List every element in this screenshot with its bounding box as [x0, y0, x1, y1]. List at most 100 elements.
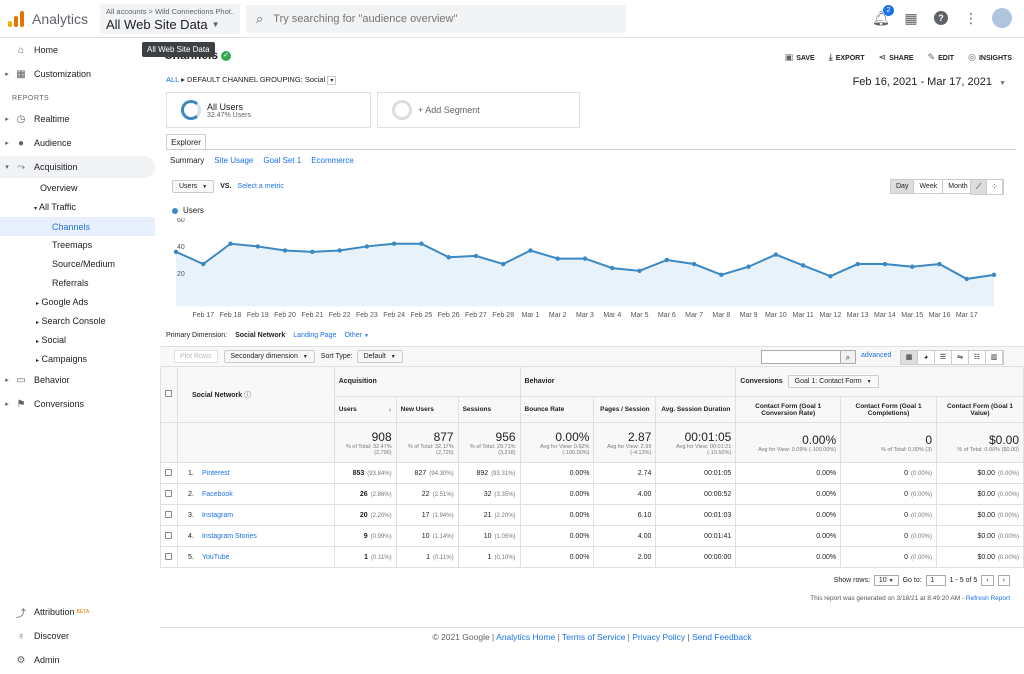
footer-privacy[interactable]: Privacy Policy: [632, 632, 685, 642]
motion-chart-icon[interactable]: ⁘: [987, 180, 1003, 194]
social-network-link[interactable]: YouTube: [202, 554, 230, 561]
header-goal-value[interactable]: Contact Form (Goal 1 Value): [936, 396, 1024, 423]
chart-point[interactable]: [800, 263, 806, 268]
chart-point[interactable]: [719, 272, 724, 278]
social-network-link[interactable]: Pinterest: [202, 470, 230, 477]
select-all-checkbox[interactable]: [165, 390, 173, 397]
table-row[interactable]: 5. YouTube 1 (0.11%) 1 (0.11%) 1 (0.10%) 0.00% 2.…: [160, 546, 1024, 568]
segment-all-users[interactable]: All Users 32.47% Users: [166, 92, 371, 128]
footer-feedback[interactable]: Send Feedback: [692, 632, 752, 642]
sidebar-item-realtime[interactable]: ▸ ◷ Realtime: [0, 109, 155, 129]
insights-button[interactable]: ◎ INSIGHTS: [968, 52, 1012, 63]
avatar[interactable]: [992, 8, 1012, 28]
sidebar-item-social[interactable]: ▸ Social: [36, 335, 66, 345]
chart-point[interactable]: [855, 261, 860, 267]
sidebar-item-referrals[interactable]: Referrals: [52, 278, 89, 288]
table-row[interactable]: 4. Instagram Stories 9 (0.99%) 10 (1.14%) 10 (1…: [160, 525, 1024, 547]
dimension-other[interactable]: Other ▼: [344, 332, 368, 339]
social-network-link[interactable]: Facebook: [202, 491, 233, 498]
tab-explorer[interactable]: Explorer: [166, 134, 206, 150]
table-view-icon[interactable]: ▦: [901, 351, 918, 364]
chart-point[interactable]: [664, 257, 669, 263]
account-picker[interactable]: All accounts > Wild Connections Phot... …: [100, 3, 240, 34]
chart-point[interactable]: [228, 241, 233, 246]
chart-point[interactable]: [637, 268, 642, 273]
social-network-link[interactable]: Instagram: [202, 512, 233, 519]
sidebar-item-conversions[interactable]: ▸ ⚑ Conversions: [0, 394, 155, 414]
row-checkbox[interactable]: [165, 489, 173, 497]
sidebar-item-source-medium[interactable]: Source/Medium: [52, 259, 115, 269]
save-button[interactable]: ▣ SAVE: [785, 52, 815, 63]
table-row[interactable]: 3. Instagram 20 (2.20%) 17 (1.94%) 21 (2.20%) 0.…: [160, 504, 1024, 526]
chart-point[interactable]: [964, 276, 969, 282]
sidebar-item-treemaps[interactable]: Treemaps: [52, 240, 92, 250]
sidebar-item-audience[interactable]: ▸ ● Audience: [0, 133, 155, 153]
analytics-logo[interactable]: Analytics: [0, 10, 100, 27]
chart-point[interactable]: [691, 261, 697, 267]
chart-point[interactable]: [282, 248, 288, 253]
row-checkbox[interactable]: [165, 531, 173, 539]
search-icon[interactable]: ⌕: [840, 350, 856, 364]
header-sessions[interactable]: Sessions: [457, 396, 521, 423]
chart-point[interactable]: [446, 255, 451, 260]
subtab-site-usage[interactable]: Site Usage: [214, 156, 253, 165]
subtab-ecommerce[interactable]: Ecommerce: [311, 156, 354, 165]
show-rows-select[interactable]: 10 ▼: [873, 575, 899, 586]
chart-point[interactable]: [391, 241, 397, 246]
sidebar-item-home[interactable]: ⌂ Home: [0, 40, 155, 60]
dimension-landing-page[interactable]: Landing Page: [293, 332, 336, 339]
pie-view-icon[interactable]: ◕: [918, 351, 935, 364]
chart-point[interactable]: [910, 264, 915, 269]
breadcrumb-all[interactable]: ALL: [166, 75, 179, 84]
pivot-view-icon[interactable]: ▥: [986, 351, 1003, 364]
sidebar-item-discover[interactable]: ♁ Discover: [0, 626, 155, 646]
chart-point[interactable]: [337, 248, 342, 253]
table-row[interactable]: 2. Facebook 26 (2.86%) 22 (2.51%) 32 (3.35%) 0.0…: [160, 483, 1024, 505]
chart-point[interactable]: [773, 252, 779, 257]
advanced-filter-link[interactable]: advanced: [861, 352, 891, 359]
sort-type-select[interactable]: Default ▼: [356, 350, 403, 363]
header-new-users[interactable]: New Users: [395, 396, 459, 423]
grouping-dropdown[interactable]: ▾: [327, 75, 337, 85]
chart-point[interactable]: [882, 261, 888, 267]
chart-point[interactable]: [501, 261, 506, 267]
more-vert-icon[interactable]: ⋮: [962, 9, 980, 27]
goto-input[interactable]: 1: [925, 575, 946, 586]
sidebar-item-overview[interactable]: Overview: [40, 183, 78, 193]
secondary-dimension-select[interactable]: Secondary dimension ▼: [223, 350, 315, 363]
table-row[interactable]: 1. Pinterest 853 (93.84%) 827 (94.30%) 892 (93.…: [160, 462, 1024, 484]
chart-point[interactable]: [991, 272, 997, 278]
comparison-view-icon[interactable]: ⇋: [952, 351, 969, 364]
sidebar-item-admin[interactable]: ⚙ Admin: [0, 650, 155, 670]
sidebar-item-attribution[interactable]: ⤴ Attribution BETA: [0, 602, 155, 622]
chart-point[interactable]: [419, 241, 424, 246]
notifications-bell-icon[interactable]: 🔔︎ 2: [872, 5, 894, 27]
chart-point[interactable]: [364, 244, 370, 249]
plot-rows-button[interactable]: Plot Rows: [174, 350, 218, 363]
header-goal-conversion-rate[interactable]: Contact Form (Goal 1 Conversion Rate): [735, 396, 842, 423]
apps-grid-icon[interactable]: ▦: [902, 9, 920, 27]
term-cloud-icon[interactable]: ☷: [969, 351, 986, 364]
row-checkbox[interactable]: [165, 552, 173, 560]
header-goal-completions[interactable]: Contact Form (Goal 1 Completions): [840, 396, 937, 423]
header-avg-session-duration[interactable]: Avg. Session Duration: [655, 396, 737, 423]
header-pages-session[interactable]: Pages / Session: [593, 396, 657, 423]
sidebar-item-google-ads[interactable]: ▸ Google Ads: [36, 297, 88, 307]
date-range-picker[interactable]: Feb 16, 2021 - Mar 17, 2021 ▼: [853, 76, 1006, 88]
social-network-link[interactable]: Instagram Stories: [202, 533, 257, 540]
header-users[interactable]: Users ↓: [333, 396, 397, 423]
granularity-month[interactable]: Month: [943, 180, 972, 193]
chart-point[interactable]: [255, 244, 260, 249]
sidebar-item-behavior[interactable]: ▸ ▭ Behavior: [0, 370, 155, 390]
add-segment-button[interactable]: + Add Segment: [377, 92, 580, 128]
footer-analytics-home[interactable]: Analytics Home: [496, 632, 555, 642]
chart-point[interactable]: [746, 264, 751, 269]
footer-terms[interactable]: Terms of Service: [562, 632, 625, 642]
view-selector[interactable]: All Web Site Data ▼: [106, 17, 234, 32]
chart-point[interactable]: [555, 256, 560, 261]
sidebar-item-all-traffic[interactable]: ▾ All Traffic: [34, 202, 76, 212]
chart-point[interactable]: [528, 248, 533, 253]
performance-view-icon[interactable]: ☰: [935, 351, 952, 364]
row-checkbox[interactable]: [165, 468, 173, 476]
chart-point[interactable]: [937, 261, 942, 267]
